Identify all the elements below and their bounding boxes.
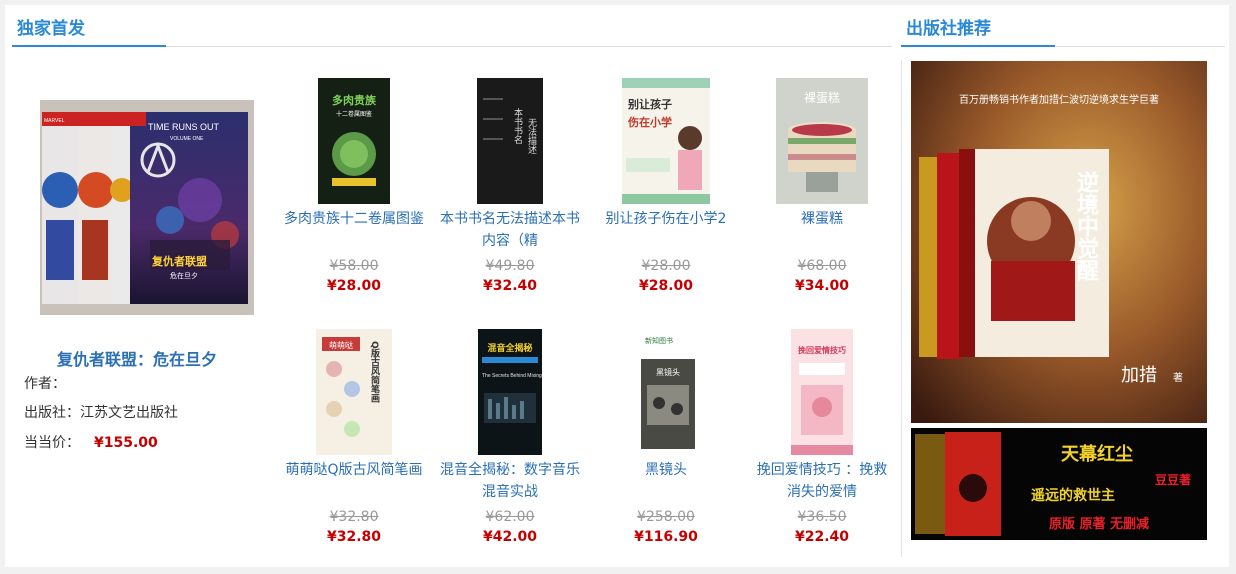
price-label: 当当价： <box>24 435 80 451</box>
column-divider <box>901 60 902 557</box>
book-old-price: ¥36.50 <box>797 509 847 525</box>
book-old-price: ¥28.00 <box>641 258 691 274</box>
book-item[interactable]: 多肉贵族 十二卷属图鉴 多肉贵族十二卷属图鉴 ¥58.00 ¥28.00 <box>284 78 424 294</box>
publisher-ad-banner[interactable]: 百万册畅销书作者加措仁波切逆境求生学巨著 逆境中觉醒 加措 著 <box>911 61 1207 423</box>
book-item[interactable]: 混音全揭秘 The Secrets Behind Mixing 混音全揭秘：数字… <box>440 329 580 545</box>
author-label: 作者： <box>24 376 66 392</box>
ad-banner-art: 百万册畅销书作者加措仁波切逆境求生学巨著 逆境中觉醒 加措 著 <box>911 61 1207 423</box>
cover-subtitle: 新知图书 <box>645 336 673 345</box>
ad2-author: 豆豆著 <box>1155 472 1191 487</box>
book-cover-art: 别让孩子 伤在小学 <box>622 78 710 204</box>
cover-subtitle: 十二卷属图鉴 <box>336 110 372 118</box>
book-name[interactable]: 黑镜头 <box>596 459 736 503</box>
feature-cover-headline: TIME RUNS OUT <box>148 122 220 132</box>
ad-tagline: 百万册畅销书作者加措仁波切逆境求生学巨著 <box>959 93 1159 106</box>
book-cover[interactable]: Q版古风简笔画 萌萌哒 <box>316 329 392 455</box>
book-price: ¥32.40 <box>482 278 538 294</box>
book-item[interactable]: 挽回爱情技巧 挽回爱情技巧 ：挽救消失的爱情 ¥36.50 ¥22.40 <box>752 329 892 545</box>
cover-subtitle: 伤在小学 <box>627 115 672 129</box>
book-cover[interactable]: 多肉贵族 十二卷属图鉴 <box>318 78 390 204</box>
book-name[interactable]: 裸蛋糕 <box>752 208 892 252</box>
cover-title: 黑镜头 <box>656 367 680 377</box>
book-cover[interactable]: 新知图书 黑镜头 <box>631 329 701 455</box>
book-cover-art: 挽回爱情技巧 <box>791 329 853 455</box>
cover-subtitle: 无法描述 <box>526 118 537 154</box>
feature-cover-cn-title: 复仇者联盟 <box>151 254 207 268</box>
book-cover-art: 本书书名 无法描述 <box>477 78 543 204</box>
ad2-title: 天幕红尘 <box>1061 443 1133 465</box>
feature-price: ¥155.00 <box>94 435 158 451</box>
book-cover[interactable]: 别让孩子 伤在小学 <box>622 78 710 204</box>
ad-title: 逆境中觉醒 <box>1073 170 1099 281</box>
book-old-price: ¥49.80 <box>485 258 535 274</box>
book-cover-art: 新知图书 黑镜头 <box>631 329 701 455</box>
book-old-price: ¥58.00 <box>329 258 379 274</box>
publisher-label: 出版社： <box>24 405 80 421</box>
book-price: ¥22.40 <box>794 529 850 545</box>
book-price: ¥34.00 <box>794 278 850 294</box>
book-name[interactable]: 多肉贵族十二卷属图鉴 <box>284 208 424 252</box>
book-name[interactable]: 挽回爱情技巧 ：挽救消失的爱情 <box>752 459 892 503</box>
feature-price-row: 当当价： ¥155.00 <box>24 432 158 452</box>
book-cover[interactable]: 本书书名 无法描述 <box>477 78 543 204</box>
book-cover-art: 多肉贵族 十二卷属图鉴 <box>318 78 390 204</box>
book-cover-art: Q版古风简笔画 萌萌哒 <box>316 329 392 455</box>
book-price: ¥32.80 <box>326 529 382 545</box>
exclusive-title-underline <box>12 45 166 47</box>
feature-book-cover[interactable]: TIME RUNS OUT VOLUME ONE 复仇者联盟 危在旦夕 MARV… <box>40 100 254 315</box>
ad2-subtitle: 遥远的救世主 <box>1031 487 1115 504</box>
cover-subtitle: The Secrets Behind Mixing <box>482 373 542 379</box>
book-price: ¥116.90 <box>634 529 698 545</box>
feature-author-row: 作者： <box>24 373 66 393</box>
book-cover[interactable]: 裸蛋糕 <box>776 78 868 204</box>
ad-banner-2-art: 天幕红尘 遥远的救世主 豆豆著 原版 原著 无删减 <box>911 428 1207 540</box>
book-old-price: ¥32.80 <box>329 509 379 525</box>
book-price: ¥42.00 <box>482 529 538 545</box>
book-cover[interactable]: 挽回爱情技巧 <box>791 329 853 455</box>
feature-cover-art: TIME RUNS OUT VOLUME ONE 复仇者联盟 危在旦夕 MARV… <box>40 100 254 315</box>
book-price: ¥28.00 <box>638 278 694 294</box>
book-name[interactable]: 本书书名无法描述本书内容（精 <box>440 208 580 252</box>
feature-cover-volume: VOLUME ONE <box>170 136 204 142</box>
book-name[interactable]: 混音全揭秘：数字音乐混音实战 <box>440 459 580 503</box>
publisher-ad-banner-2[interactable]: 天幕红尘 遥远的救世主 豆豆著 原版 原著 无删减 <box>911 428 1207 540</box>
ad-author-suffix: 著 <box>1173 371 1183 384</box>
feature-cover-brand: MARVEL <box>44 118 65 124</box>
book-old-price: ¥258.00 <box>637 509 695 525</box>
book-old-price: ¥62.00 <box>485 509 535 525</box>
feature-publisher-row: 出版社：江苏文艺出版社 <box>24 402 178 422</box>
feature-book-title[interactable]: 复仇者联盟：危在旦夕 <box>57 346 217 370</box>
book-item[interactable]: Q版古风简笔画 萌萌哒 萌萌哒Q版古风简笔画 ¥32.80 ¥32.80 <box>284 329 424 545</box>
cover-title: 挽回爱情技巧 <box>798 345 846 355</box>
publisher-value[interactable]: 江苏文艺出版社 <box>80 405 178 421</box>
book-name[interactable]: 萌萌哒Q版古风简笔画 <box>284 459 424 503</box>
cover-title: 混音全揭秘 <box>487 342 532 354</box>
ad2-tagline: 原版 原著 无删减 <box>1049 516 1149 532</box>
ad-author: 加措 <box>1121 365 1157 386</box>
cover-title: 裸蛋糕 <box>804 90 840 105</box>
cover-title: 多肉贵族 <box>332 93 377 107</box>
cover-title: 本书书名 <box>512 107 523 145</box>
cover-title: Q版古风简笔画 <box>369 341 381 404</box>
book-price: ¥28.00 <box>326 278 382 294</box>
book-item[interactable]: 别让孩子 伤在小学 别让孩子伤在小学2 ¥28.00 ¥28.00 <box>596 78 736 294</box>
book-cover[interactable]: 混音全揭秘 The Secrets Behind Mixing <box>478 329 542 455</box>
cover-title: 别让孩子 <box>627 97 672 111</box>
book-item[interactable]: 裸蛋糕 裸蛋糕 ¥68.00 ¥34.00 <box>752 78 892 294</box>
publisher-section-title: 出版社推荐 <box>906 19 991 39</box>
feature-cover-cn-sub: 危在旦夕 <box>170 271 198 280</box>
exclusive-section-title: 独家首发 <box>17 19 85 39</box>
cover-subtitle: 萌萌哒 <box>329 340 353 350</box>
book-cover-art: 裸蛋糕 <box>776 78 868 204</box>
book-item[interactable]: 新知图书 黑镜头 黑镜头 ¥258.00 ¥116.90 <box>596 329 736 545</box>
book-item[interactable]: 本书书名 无法描述 本书书名无法描述本书内容（精 ¥49.80 ¥32.40 <box>440 78 580 294</box>
publisher-title-underline <box>901 45 1055 47</box>
book-cover-art: 混音全揭秘 The Secrets Behind Mixing <box>478 329 542 455</box>
book-old-price: ¥68.00 <box>797 258 847 274</box>
book-name[interactable]: 别让孩子伤在小学2 <box>596 208 736 252</box>
